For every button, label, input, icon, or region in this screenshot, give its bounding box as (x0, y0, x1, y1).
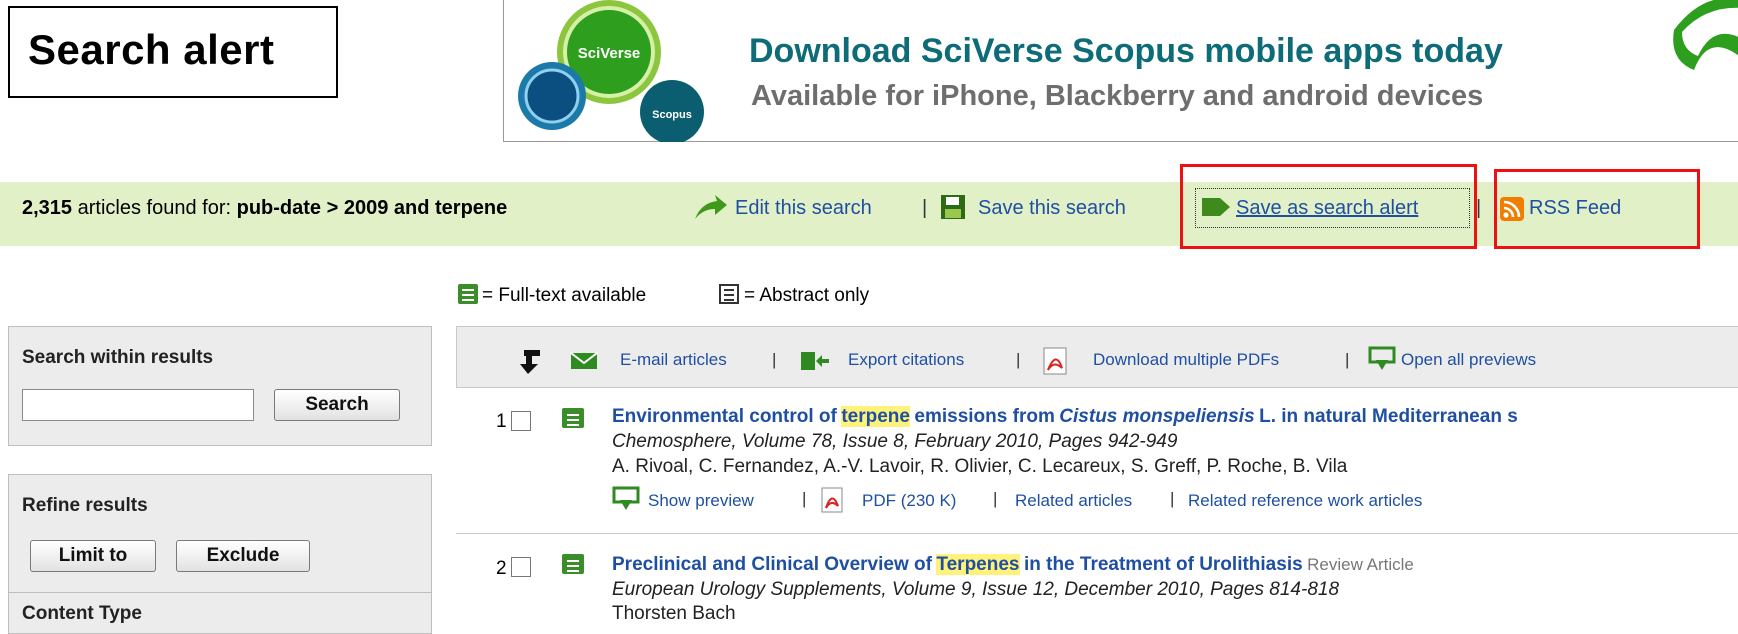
edit-search-icon[interactable] (693, 195, 727, 223)
search-alert-label-box: Search alert (8, 6, 338, 98)
rss-callout-box (1494, 169, 1700, 249)
export-citations-link[interactable]: Export citations (848, 350, 964, 370)
refine-results-title: Refine results (22, 495, 148, 516)
title-species[interactable]: Cistus monspeliensis (1059, 406, 1254, 427)
export-icon[interactable] (800, 350, 830, 372)
article-journal: European Urology Supplements, Volume 9, … (612, 579, 1340, 600)
separator: | (922, 197, 928, 219)
article-number: 1 (496, 411, 507, 432)
article-checkbox[interactable] (511, 557, 531, 577)
title-text[interactable]: in the Treatment of Urolithiasis (1024, 554, 1303, 575)
email-icon[interactable] (570, 352, 598, 370)
article-checkbox[interactable] (511, 411, 531, 431)
results-summary: 2,315 articles found for: pub-date > 200… (22, 197, 507, 220)
preview-icon[interactable] (612, 486, 642, 512)
abstract-icon (719, 284, 739, 304)
banner-subline: Available for iPhone, Blackberry and and… (751, 80, 1484, 112)
separator: | (1016, 350, 1021, 369)
title-highlight[interactable]: Terpenes (936, 554, 1020, 575)
separator: | (1170, 489, 1175, 508)
article-title-link[interactable]: Preclinical and Clinical Overview of Ter… (612, 554, 1414, 576)
title-text[interactable]: L. in natural Mediterranean s (1259, 406, 1518, 427)
divider (8, 592, 432, 593)
search-within-title: Search within results (22, 347, 214, 368)
title-text[interactable]: Preclinical and Clinical Overview of (612, 554, 932, 575)
search-button[interactable]: Search (274, 389, 400, 421)
results-query: pub-date > 2009 and terpene (236, 197, 508, 219)
fulltext-icon (562, 554, 584, 574)
sciverse-banner[interactable]: SciVerse Scopus Download SciVerse Scopus… (503, 0, 1738, 142)
email-articles-link[interactable]: E-mail articles (620, 350, 727, 370)
content-type-heading: Content Type (22, 603, 142, 624)
banner-headline: Download SciVerse Scopus mobile apps tod… (749, 32, 1503, 70)
sciverse-logo: SciVerse Scopus (518, 0, 704, 142)
logo-sub-text: Scopus (652, 109, 692, 121)
separator: | (772, 350, 777, 369)
results-found-text: articles found for: (77, 197, 232, 219)
exclude-button[interactable]: Exclude (176, 540, 310, 572)
alert-callout-box (1180, 164, 1477, 249)
logo-main-text: SciVerse (578, 45, 641, 62)
article-title-link[interactable]: Environmental control of terpene emissio… (612, 406, 1738, 428)
article-authors: A. Rivoal, C. Fernandez, A.-V. Lavoir, R… (612, 456, 1348, 477)
banner-swoosh-decoration (1673, 0, 1738, 70)
download-pdfs-link[interactable]: Download multiple PDFs (1093, 350, 1279, 370)
open-all-previews-link[interactable]: Open all previews (1401, 350, 1536, 370)
article-authors: Thorsten Bach (612, 603, 736, 624)
pdf-icon[interactable] (820, 486, 846, 514)
fulltext-icon (562, 408, 584, 428)
legend-abstract: = Abstract only (744, 285, 870, 306)
sort-arrow-icon[interactable] (520, 348, 542, 374)
article-type: Review Article (1307, 555, 1414, 574)
search-within-input[interactable] (22, 389, 254, 421)
legend-fulltext: = Full-text available (482, 285, 647, 306)
fulltext-icon (458, 284, 478, 304)
related-articles-link[interactable]: Related articles (1015, 491, 1132, 511)
related-reference-link[interactable]: Related reference work articles (1188, 491, 1422, 511)
limit-to-button[interactable]: Limit to (30, 540, 156, 572)
article-journal: Chemosphere, Volume 78, Issue 8, Februar… (612, 431, 1178, 452)
open-previews-icon[interactable] (1368, 346, 1398, 374)
title-text[interactable]: Environmental control of (612, 406, 837, 427)
separator: | (1345, 350, 1350, 369)
article-number: 2 (496, 558, 507, 579)
row-divider (456, 533, 1738, 534)
separator: | (993, 489, 998, 508)
search-within-panel (8, 326, 432, 446)
search-alert-label: Search alert (28, 26, 275, 73)
title-highlight[interactable]: terpene (841, 406, 910, 427)
edit-search-link[interactable]: Edit this search (735, 197, 872, 220)
results-count: 2,315 (22, 197, 73, 219)
title-text[interactable]: emissions from (914, 406, 1054, 427)
separator: | (802, 489, 807, 508)
show-preview-link[interactable]: Show preview (648, 491, 754, 511)
pdf-link[interactable]: PDF (230 K) (862, 491, 956, 511)
pdf-icon[interactable] (1042, 346, 1070, 376)
save-search-link[interactable]: Save this search (978, 197, 1126, 220)
save-disk-icon[interactable] (940, 194, 966, 220)
